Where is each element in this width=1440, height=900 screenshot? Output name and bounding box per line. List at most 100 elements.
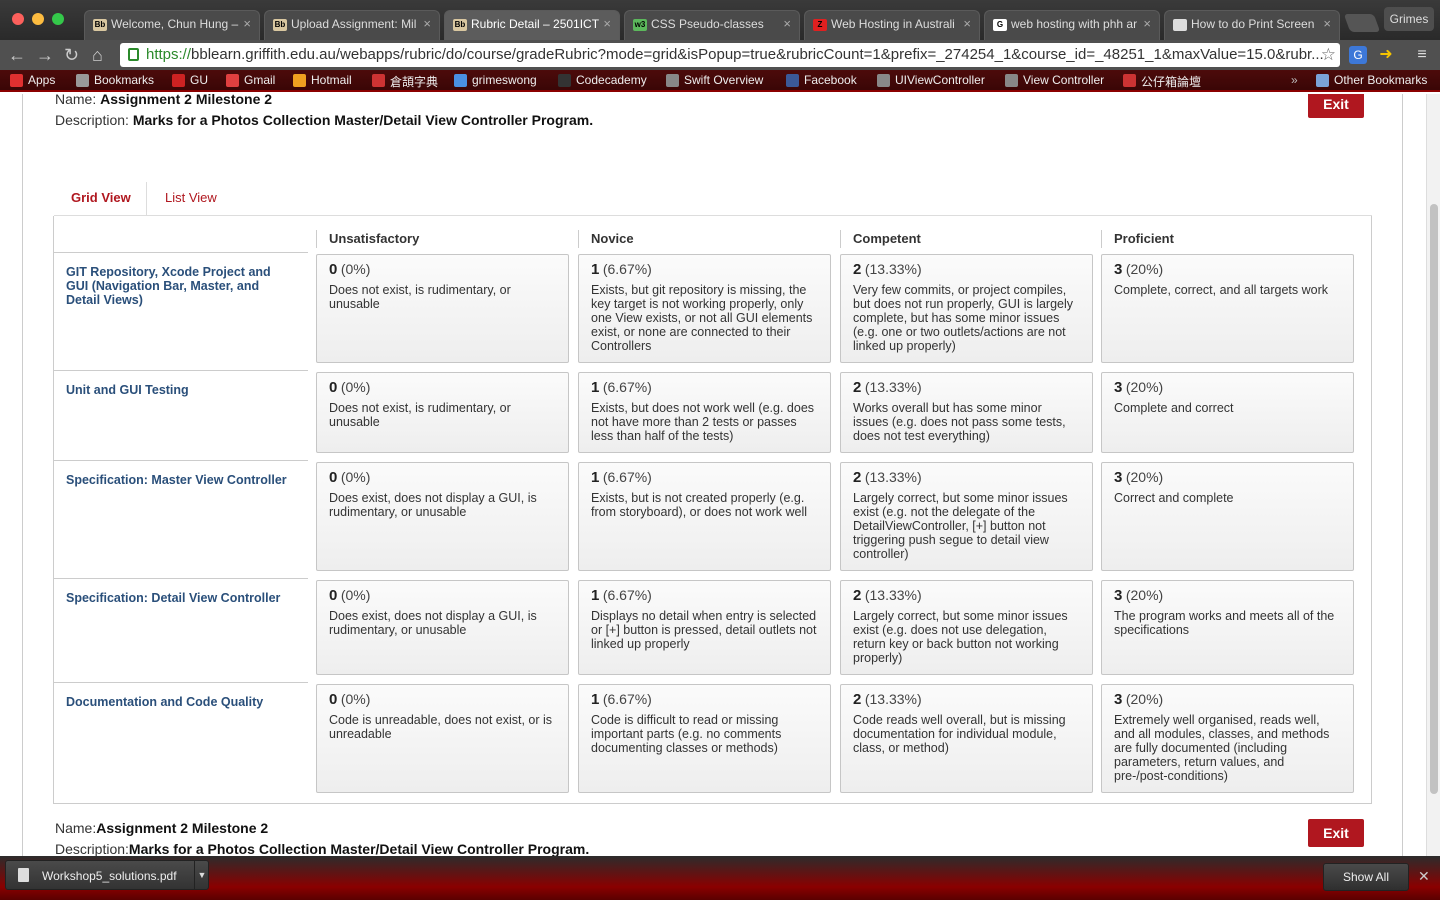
cell-points: 3 [1114,691,1123,708]
rubric-description-bottom: Description:Marks for a Photos Collectio… [55,841,589,856]
rubric-cell[interactable]: 1 (6.67%) Code is difficult to read or mi… [578,684,831,793]
rubric-cell[interactable]: 2 (13.33%) Largely correct, but some mino… [840,580,1093,675]
rubric-cell[interactable]: 1 (6.67%) Displays no detail when entry i… [578,580,831,675]
cell-description: Does exist, does not display a GUI, is r… [329,609,537,637]
browser-tab[interactable]: w3 CSS Pseudo-classes × [624,10,800,40]
bookmark-label: grimeswong [472,73,537,87]
bookmark-item[interactable]: GU [172,73,208,87]
rubric-cell[interactable]: 3 (20%) Complete, correct, and all target… [1101,254,1354,363]
rubric-cell[interactable]: 0 (0%) Does not exist, is rudimentary, or… [316,254,569,363]
cell-percent: (20%) [1125,469,1164,485]
cell-description: Correct and complete [1114,491,1234,505]
close-tab-icon[interactable]: × [783,16,791,31]
arrow-extension-icon[interactable]: ➜ [1377,46,1395,64]
bookmark-item[interactable]: UIViewController [877,73,985,87]
cell-description: Works overall but has some minor issues … [853,401,1066,443]
bookmark-item[interactable]: View Controller [1005,73,1104,87]
other-bookmarks-folder[interactable]: Other Bookmarks [1316,73,1427,87]
minimize-window-button[interactable] [32,13,44,25]
bookmark-item[interactable]: Facebook [786,73,857,87]
browser-tab[interactable]: Gweb hosting with phh ar × [984,10,1160,40]
bookmark-star-icon[interactable]: ☆ [1321,43,1336,67]
close-downloads-icon[interactable]: ✕ [1418,868,1430,885]
bookmark-item[interactable]: Hotmail [293,73,352,87]
close-tab-icon[interactable]: × [243,16,251,31]
rubric-cell[interactable]: 2 (13.33%) Very few commits, or project c… [840,254,1093,363]
close-window-button[interactable] [12,13,24,25]
rubric-cell[interactable]: 2 (13.33%) Largely correct, but some mino… [840,462,1093,571]
favicon-icon: Bb [93,19,107,31]
bookmark-label: Gmail [244,73,276,87]
menu-icon[interactable]: ≡ [1413,46,1431,64]
tab-list-view[interactable]: List View [165,190,217,205]
downloads-bar: Workshop5_solutions.pdf ▼ Show All ✕ [0,856,1440,900]
bookmark-favicon-icon [10,74,23,87]
bookmark-item[interactable]: 倉頡字典 [372,73,438,90]
close-tab-icon[interactable]: × [603,16,611,31]
close-tab-icon[interactable]: × [1143,16,1151,31]
forward-arrow-icon[interactable]: → [36,44,54,66]
rubric-cell[interactable]: 3 (20%) Correct and complete [1101,462,1354,571]
profile-button[interactable]: Grimes [1384,7,1434,31]
bookmark-favicon-icon [454,74,467,87]
browser-tab[interactable]: Bb Upload Assignment: Mil × [264,10,440,40]
bookmark-item[interactable]: Gmail [226,73,275,87]
bookmark-label: UIViewController [895,73,985,87]
bookmark-item[interactable]: Bookmarks [76,73,154,87]
rubric-cell[interactable]: 1 (6.67%) Exists, but does not work well … [578,372,831,453]
close-tab-icon[interactable]: × [1323,16,1331,31]
scrollbar-thumb[interactable] [1430,204,1438,794]
bookmark-item[interactable]: Swift Overview [666,73,763,87]
reload-icon[interactable]: ↻ [64,44,79,66]
browser-tab[interactable]: Z Web Hosting in Australi × [804,10,980,40]
cell-percent: (6.67%) [602,691,652,707]
zoom-window-button[interactable] [52,13,64,25]
exit-button-bottom[interactable]: Exit [1308,819,1364,847]
close-tab-icon[interactable]: × [423,16,431,31]
back-arrow-icon[interactable]: ← [8,44,26,66]
rubric-cell[interactable]: 1 (6.67%) Exists, but git repository is m… [578,254,831,363]
bookmark-favicon-icon [76,74,89,87]
page-scrollbar[interactable] [1426,94,1440,856]
rubric-cell[interactable]: 0 (0%) Code is unreadable, does not exist… [316,684,569,793]
bookmarks-overflow-chevron[interactable]: » [1291,73,1298,87]
browser-tab[interactable]: How to do Print Screen × [1164,10,1340,40]
rubric-cell[interactable]: 0 (0%) Does not exist, is rudimentary, or… [316,372,569,453]
browser-tab[interactable]: Bb Rubric Detail – 2501ICT × [444,10,620,40]
exit-button-top[interactable]: Exit [1308,94,1364,118]
bookmark-item[interactable]: Apps [10,73,55,87]
tab-title: Rubric Detail – 2501ICT [471,17,600,31]
browser-tab[interactable]: Bb Welcome, Chun Hung – × [84,10,260,40]
bookmark-item[interactable]: Codecademy [558,73,647,87]
home-icon[interactable]: ⌂ [92,44,103,66]
show-all-downloads-button[interactable]: Show All [1323,863,1409,891]
rubric-cell[interactable]: 3 (20%) Complete and correct [1101,372,1354,453]
bookmark-item[interactable]: grimeswong [454,73,537,87]
address-bar[interactable]: https://bblearn.griffith.edu.au/webapps/… [120,43,1340,67]
translate-extension-icon[interactable]: G [1349,46,1367,64]
download-menu-chevron-icon[interactable]: ▼ [194,860,209,890]
cell-percent: (0%) [340,691,371,707]
rubric-cell[interactable]: 0 (0%) Does exist, does not display a GUI… [316,580,569,675]
new-tab-button[interactable] [1343,14,1381,32]
bookmark-favicon-icon [226,74,239,87]
rubric-cell[interactable]: 3 (20%) The program works and meets all o… [1101,580,1354,675]
cell-percent: (6.67%) [602,469,652,485]
tab-grid-view[interactable]: Grid View [71,190,131,205]
favicon-icon: Bb [273,19,287,31]
close-tab-icon[interactable]: × [963,16,971,31]
rubric-cell[interactable]: 2 (13.33%) Code reads well overall, but i… [840,684,1093,793]
rubric-cell[interactable]: 2 (13.33%) Works overall but has some min… [840,372,1093,453]
rubric-description: Marks for a Photos Collection Master/Det… [128,841,590,856]
bookmark-item[interactable]: 公仔箱論壇 [1123,73,1201,90]
download-item[interactable]: Workshop5_solutions.pdf [5,860,209,890]
rubric-grid: Unsatisfactory Novice Competent Proficient G… [53,216,1372,804]
cell-percent: (20%) [1125,587,1164,603]
cell-description: Displays no detail when entry is selecte… [591,609,817,651]
bookmark-favicon-icon [786,74,799,87]
cell-description: Very few commits, or project compiles, b… [853,283,1074,353]
browser-tab-strip: Bb Welcome, Chun Hung – × Bb Upload Assignme… [0,0,1440,40]
rubric-cell[interactable]: 0 (0%) Does exist, does not display a GUI… [316,462,569,571]
rubric-cell[interactable]: 1 (6.67%) Exists, but is not created prop… [578,462,831,571]
rubric-cell[interactable]: 3 (20%) Extremely well organised, reads w… [1101,684,1354,793]
